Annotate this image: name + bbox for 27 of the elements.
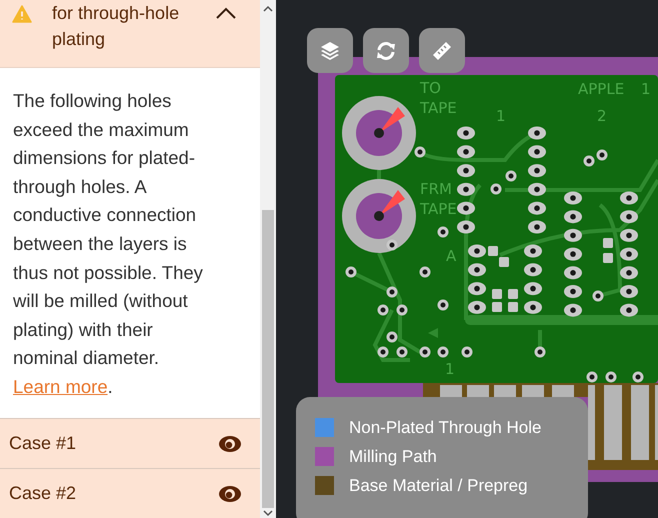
silkscreen-label: A (446, 247, 456, 265)
ruler-button[interactable] (419, 28, 465, 73)
description-text: The following holes exceed the maximum dimensions for plated-through holes. A conductive connection between the layers is thus not possible. They will be milled (without plating) with their nominal diameter. Learn more. (13, 89, 204, 399)
scroll-down-icon[interactable] (263, 509, 273, 517)
silkscreen-label: TAPE (420, 200, 457, 218)
silkscreen-label: 1 (641, 80, 651, 98)
scrollbar[interactable] (260, 0, 276, 518)
silkscreen-label: 2 (597, 107, 607, 125)
refresh-button[interactable] (363, 28, 409, 73)
warning-icon (12, 5, 32, 23)
layers-button[interactable] (307, 28, 353, 73)
silkscreen-label: 1 (496, 107, 506, 125)
scroll-up-icon[interactable] (263, 5, 273, 13)
scrollbar-thumb[interactable] (262, 210, 274, 508)
legend-label: Base Material / Prepreg (349, 475, 528, 496)
silkscreen-label: FRM (420, 180, 452, 198)
case-item[interactable]: Case #2 (0, 468, 260, 518)
legend-label: Milling Path (349, 446, 437, 467)
legend-label: Non-Plated Through Hole (349, 417, 542, 438)
silkscreen-label: TO (420, 79, 441, 97)
section-title: for through-hole plating (52, 2, 180, 51)
eye-icon[interactable] (218, 434, 242, 452)
case-item[interactable]: Case #1 (0, 418, 260, 468)
eye-icon[interactable] (218, 484, 242, 502)
silkscreen-label: 1 (445, 360, 455, 378)
silkscreen-label: TAPE (420, 99, 457, 117)
silkscreen-label: APPLE (578, 80, 624, 98)
